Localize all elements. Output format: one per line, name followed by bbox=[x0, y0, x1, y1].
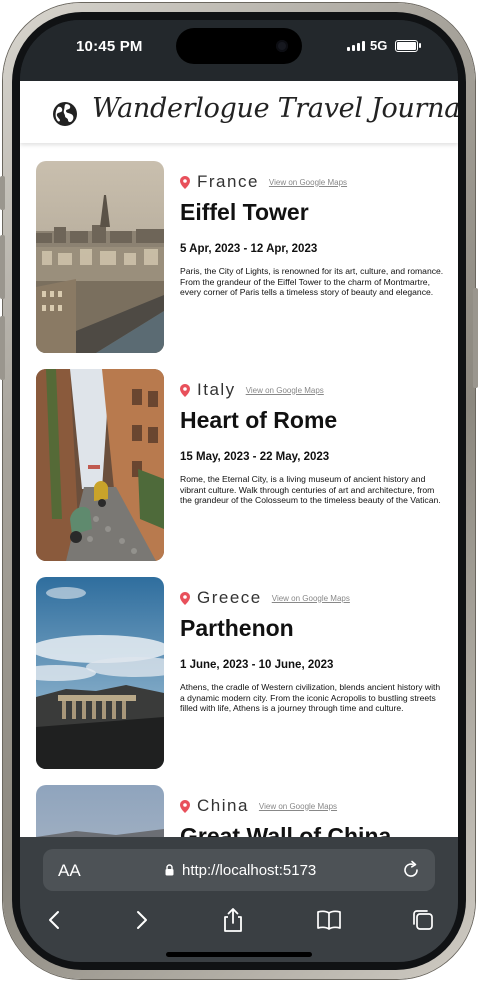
battery-icon bbox=[395, 40, 421, 52]
action-button bbox=[0, 176, 5, 210]
journal-entry-card[interactable]: China View on Google Maps Great Wall of … bbox=[36, 785, 446, 837]
entry-photo bbox=[36, 369, 164, 561]
globe-icon bbox=[53, 102, 77, 126]
volume-up-button bbox=[0, 235, 5, 299]
camera-icon bbox=[276, 40, 288, 52]
forward-arrow-icon[interactable] bbox=[128, 907, 154, 933]
entry-country: Italy bbox=[197, 380, 236, 399]
entry-country: Greece bbox=[197, 588, 262, 607]
entry-dates: 5 Apr, 2023 - 12 Apr, 2023 bbox=[180, 243, 318, 255]
location-row: Greece View on Google Maps bbox=[180, 588, 350, 607]
map-pin-icon bbox=[180, 175, 190, 189]
reload-icon[interactable] bbox=[401, 860, 421, 880]
network-type: 5G bbox=[370, 38, 388, 53]
journal-entry-card[interactable]: Greece View on Google Maps Parthenon 1 J… bbox=[36, 577, 446, 769]
map-pin-icon bbox=[180, 799, 190, 813]
app-title: Wanderlogue Travel Journal bbox=[92, 93, 458, 124]
map-pin-icon bbox=[180, 591, 190, 605]
entry-dates: 15 May, 2023 - 22 May, 2023 bbox=[180, 451, 330, 463]
lock-icon bbox=[165, 864, 174, 876]
journal-entry-card[interactable]: France View on Google Maps Eiffel Tower … bbox=[36, 161, 446, 353]
entry-photo bbox=[36, 161, 164, 353]
volume-down-button bbox=[0, 316, 5, 380]
address-bar[interactable]: AA http://localhost:5173 bbox=[43, 849, 435, 891]
location-row: Italy View on Google Maps bbox=[180, 380, 324, 399]
status-time: 10:45 PM bbox=[76, 38, 143, 55]
map-pin-icon bbox=[180, 383, 190, 397]
entry-dates: 1 June, 2023 - 10 June, 2023 bbox=[180, 659, 334, 671]
entry-title: Great Wall of China bbox=[180, 823, 392, 837]
google-maps-link[interactable]: View on Google Maps bbox=[246, 386, 324, 395]
google-maps-link[interactable]: View on Google Maps bbox=[259, 802, 337, 811]
google-maps-link[interactable]: View on Google Maps bbox=[272, 594, 350, 603]
web-page[interactable]: Wanderlogue Travel Journal France View o… bbox=[20, 81, 458, 837]
location-row: China View on Google Maps bbox=[180, 796, 337, 815]
entry-country: China bbox=[197, 796, 249, 815]
share-icon[interactable] bbox=[220, 907, 246, 933]
entry-photo bbox=[36, 785, 164, 837]
tabs-icon[interactable] bbox=[410, 907, 436, 933]
entry-photo bbox=[36, 577, 164, 769]
app-header: Wanderlogue Travel Journal bbox=[20, 81, 458, 143]
status-bar: 10:45 PM 5G bbox=[20, 20, 458, 81]
dynamic-island bbox=[176, 28, 302, 64]
book-icon[interactable] bbox=[316, 907, 342, 933]
entry-description: Paris, the City of Lights, is renowned f… bbox=[180, 266, 444, 298]
home-indicator[interactable] bbox=[166, 952, 312, 957]
url-text: http://localhost:5173 bbox=[182, 862, 317, 879]
entry-description: Athens, the cradle of Western civilizati… bbox=[180, 682, 441, 714]
entry-country: France bbox=[197, 172, 259, 191]
back-arrow-icon[interactable] bbox=[42, 907, 68, 933]
phone-screen: 10:45 PM 5G Wanderlogue Travel Journal F… bbox=[20, 20, 458, 962]
power-button bbox=[473, 288, 478, 388]
google-maps-link[interactable]: View on Google Maps bbox=[269, 178, 347, 187]
entry-title: Heart of Rome bbox=[180, 407, 338, 433]
entry-title: Parthenon bbox=[180, 615, 294, 641]
entry-title: Eiffel Tower bbox=[180, 199, 309, 225]
location-row: France View on Google Maps bbox=[180, 172, 347, 191]
browser-toolbar: AA http://localhost:5173 bbox=[20, 837, 458, 962]
entry-description: Rome, the Eternal City, is a living muse… bbox=[180, 474, 441, 506]
journal-entry-card[interactable]: Italy View on Google Maps Heart of Rome … bbox=[36, 369, 446, 561]
signal-icon bbox=[347, 41, 365, 51]
text-size-button[interactable]: AA bbox=[58, 861, 81, 881]
